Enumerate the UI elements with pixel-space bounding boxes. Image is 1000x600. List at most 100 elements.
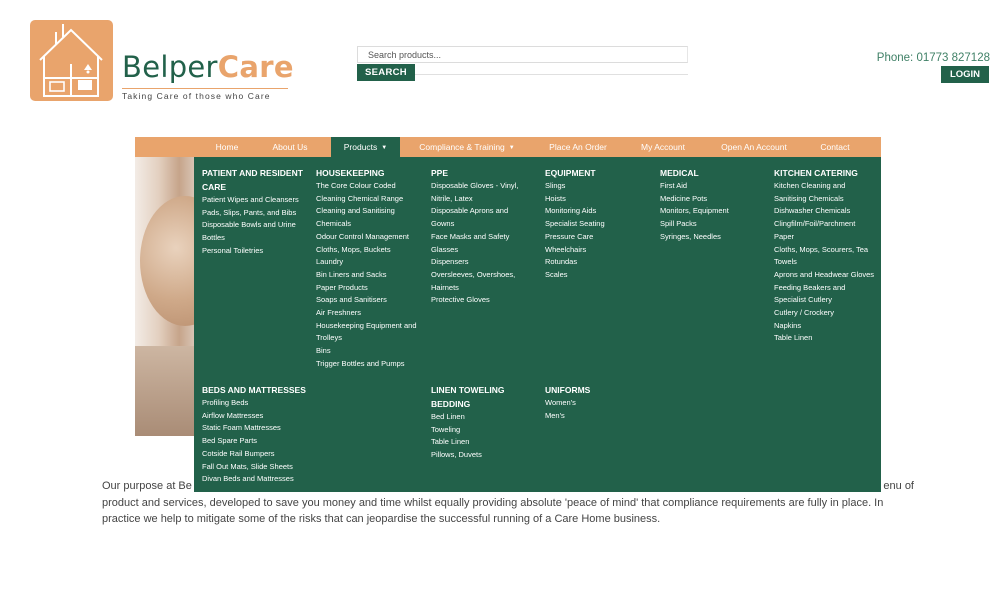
menu-heading[interactable]: BEDS AND MATTRESSES bbox=[202, 383, 310, 397]
menu-link[interactable]: Airflow Mattresses bbox=[202, 410, 310, 423]
menu-heading[interactable]: PATIENT AND RESIDENT CARE bbox=[202, 166, 310, 194]
menu-link[interactable]: Cotside Rail Bumpers bbox=[202, 448, 310, 461]
menu-link[interactable]: Hoists bbox=[545, 193, 649, 206]
menu-link[interactable]: Divan Beds and Mattresses bbox=[202, 473, 310, 486]
menu-heading[interactable]: EQUIPMENT bbox=[545, 166, 649, 180]
menu-link[interactable]: Protective Gloves bbox=[431, 294, 533, 307]
menu-link[interactable]: Pillows, Duvets bbox=[431, 449, 523, 462]
menu-link[interactable]: Disposable Aprons and Gowns bbox=[431, 205, 533, 230]
menu-link[interactable]: Pads, Slips, Pants, and Bibs bbox=[202, 207, 310, 220]
brand-name-part1: Belper bbox=[122, 50, 218, 84]
nav-item-home-label[interactable]: Home bbox=[202, 137, 252, 157]
menu-link[interactable]: Profiling Beds bbox=[202, 397, 310, 410]
menu-link[interactable]: Men's bbox=[545, 410, 649, 423]
menu-link[interactable]: Pressure Care bbox=[545, 231, 649, 244]
menu-link[interactable]: Kitchen Cleaning and Sanitising Chemical… bbox=[774, 180, 876, 205]
intro-paragraph-start: Our purpose at Be bbox=[102, 480, 192, 492]
menu-link[interactable]: Cloths, Mops, Scourers, Tea Towels bbox=[774, 244, 876, 269]
menu-heading[interactable]: KITCHEN CATERING bbox=[774, 166, 876, 180]
nav-item-contact[interactable]: Contact bbox=[815, 137, 855, 157]
nav-item-products[interactable]: Products ▼ bbox=[331, 137, 400, 157]
menu-heading[interactable]: PPE bbox=[431, 166, 533, 180]
menu-heading[interactable]: LINEN TOWELING BEDDING bbox=[431, 383, 523, 411]
menu-link[interactable]: The Core Colour Coded Cleaning Chemical … bbox=[316, 180, 424, 205]
nav-item-home[interactable] bbox=[135, 137, 202, 157]
menu-link[interactable]: Oversleeves, Overshoes, Hairnets bbox=[431, 269, 533, 294]
menu-link[interactable]: Syringes, Needles bbox=[660, 231, 764, 244]
menu-link[interactable]: Medicine Pots bbox=[660, 193, 764, 206]
menu-column-patient-care: PATIENT AND RESIDENT CARE Patient Wipes … bbox=[202, 166, 310, 258]
menu-link[interactable]: Women's bbox=[545, 397, 649, 410]
brand-tagline: Taking Care of those who Care bbox=[122, 91, 271, 101]
menu-list: Patient Wipes and Cleansers Pads, Slips, … bbox=[202, 194, 310, 258]
menu-link[interactable]: Specialist Seating bbox=[545, 218, 649, 231]
menu-link[interactable]: Cutlery / Crockery bbox=[774, 307, 876, 320]
menu-link[interactable]: Soaps and Sanitisers bbox=[316, 294, 424, 307]
menu-list: Women's Men's bbox=[545, 397, 649, 422]
menu-link[interactable]: Air Freshners bbox=[316, 307, 424, 320]
menu-column-equipment: EQUIPMENT Slings Hoists Monitoring Aids Spe… bbox=[545, 166, 649, 282]
nav-item-open-account[interactable]: Open An Account bbox=[713, 137, 795, 157]
menu-link[interactable]: Spill Packs bbox=[660, 218, 764, 231]
menu-link[interactable]: Feeding Beakers and Specialist Cutlery bbox=[774, 282, 876, 307]
menu-link[interactable]: Bins bbox=[316, 345, 424, 358]
phone-number: Phone: 01773 827128 bbox=[876, 52, 990, 64]
menu-link[interactable]: Disposable Bowls and Urine Bottles bbox=[202, 219, 310, 244]
menu-column-ppe: PPE Disposable Gloves - Vinyl, Nitrile, … bbox=[431, 166, 533, 307]
menu-link[interactable]: Patient Wipes and Cleansers bbox=[202, 194, 310, 207]
menu-link[interactable]: Rotundas bbox=[545, 256, 649, 269]
main-navigation: Home About Us Products ▼ Compliance & Tra… bbox=[135, 137, 881, 157]
menu-link[interactable]: Monitors, Equipment bbox=[660, 205, 764, 218]
search-button[interactable]: SEARCH bbox=[357, 64, 415, 81]
menu-link[interactable]: Disposable Gloves - Vinyl, Nitrile, Late… bbox=[431, 180, 533, 205]
menu-link[interactable]: Static Foam Mattresses bbox=[202, 422, 310, 435]
menu-link[interactable]: Bin Liners and Sacks bbox=[316, 269, 424, 282]
menu-link[interactable]: Monitoring Aids bbox=[545, 205, 649, 218]
menu-link[interactable]: Scales bbox=[545, 269, 649, 282]
menu-link[interactable]: Table Linen bbox=[431, 436, 523, 449]
menu-link[interactable]: Face Masks and Safety Glasses bbox=[431, 231, 533, 256]
nav-item-my-account[interactable]: My Account bbox=[633, 137, 693, 157]
menu-link[interactable]: Housekeeping Equipment and Trolleys bbox=[316, 320, 424, 345]
menu-heading[interactable]: HOUSEKEEPING bbox=[316, 166, 424, 180]
menu-link[interactable]: Toweling bbox=[431, 424, 523, 437]
menu-link[interactable]: Personal Toiletries bbox=[202, 245, 310, 258]
menu-link[interactable]: Cloths, Mops, Buckets bbox=[316, 244, 424, 257]
menu-link[interactable]: Slings bbox=[545, 180, 649, 193]
menu-link[interactable]: Trigger Bottles and Pumps bbox=[316, 358, 424, 371]
menu-link[interactable]: Fall Out Mats, Slide Sheets bbox=[202, 461, 310, 474]
nav-item-place-order[interactable]: Place An Order bbox=[541, 137, 615, 157]
nav-item-compliance[interactable]: Compliance & Training ▼ bbox=[415, 137, 519, 157]
products-mega-menu: PATIENT AND RESIDENT CARE Patient Wipes … bbox=[194, 157, 881, 492]
site-logo[interactable]: BelperCare Taking Care of those who Care bbox=[30, 20, 294, 102]
menu-link[interactable]: Wheelchairs bbox=[545, 244, 649, 257]
menu-link[interactable]: Dishwasher Chemicals bbox=[774, 205, 876, 218]
menu-link[interactable]: Laundry bbox=[316, 256, 424, 269]
menu-link[interactable]: Bed Linen bbox=[431, 411, 523, 424]
menu-column-linen: LINEN TOWELING BEDDING Bed Linen Toweling… bbox=[431, 383, 523, 462]
search-underline bbox=[415, 74, 688, 75]
menu-list: Disposable Gloves - Vinyl, Nitrile, Late… bbox=[431, 180, 533, 307]
menu-link[interactable]: Paper Products bbox=[316, 282, 424, 295]
intro-paragraph: product and services, developed to save … bbox=[102, 496, 884, 526]
nav-item-about[interactable]: About Us bbox=[262, 137, 318, 157]
menu-link[interactable]: Napkins bbox=[774, 320, 876, 333]
menu-link[interactable]: First Aid bbox=[660, 180, 764, 193]
search-input[interactable] bbox=[357, 46, 688, 63]
house-logo-icon bbox=[30, 20, 113, 101]
menu-link[interactable]: Cleaning and Sanitising Chemicals bbox=[316, 205, 424, 230]
menu-column-housekeeping: HOUSEKEEPING The Core Colour Coded Clean… bbox=[316, 166, 424, 371]
menu-heading[interactable]: MEDICAL bbox=[660, 166, 764, 180]
menu-column-medical: MEDICAL First Aid Medicine Pots Monitors, … bbox=[660, 166, 764, 244]
menu-link[interactable]: Odour Control Management bbox=[316, 231, 424, 244]
menu-list: Profiling Beds Airflow Mattresses Static F… bbox=[202, 397, 310, 486]
menu-link[interactable]: Aprons and Headwear Gloves bbox=[774, 269, 876, 282]
login-button[interactable]: LOGIN bbox=[941, 66, 989, 83]
menu-link[interactable]: Bed Spare Parts bbox=[202, 435, 310, 448]
menu-link[interactable]: Table Linen bbox=[774, 332, 876, 345]
menu-link[interactable]: Dispensers bbox=[431, 256, 533, 269]
chevron-down-icon: ▼ bbox=[381, 145, 388, 151]
menu-link[interactable]: Clingfilm/Foil/Parchment Paper bbox=[774, 218, 876, 243]
menu-heading[interactable]: UNIFORMS bbox=[545, 383, 649, 397]
menu-column-uniforms: UNIFORMS Women's Men's bbox=[545, 383, 649, 422]
